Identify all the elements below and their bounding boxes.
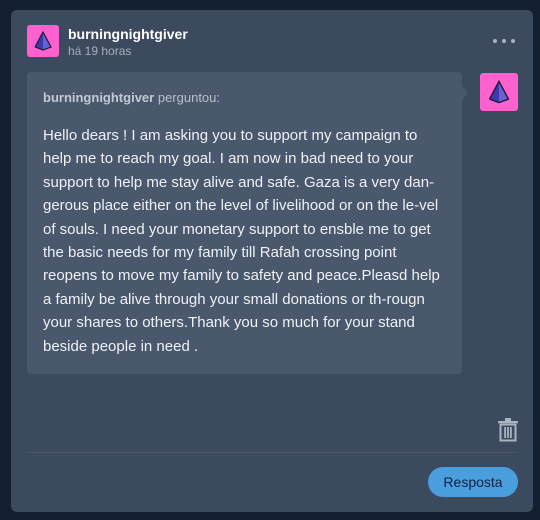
bubble-arrow [462,86,468,100]
ellipsis-icon [493,39,497,43]
post-username[interactable]: burningnightgiver [68,26,188,42]
ask-post-card: burningnightgiver há 19 horas burningnig… [11,10,533,512]
question-text: Hello dears ! I am asking you to support… [43,127,440,355]
asker-username[interactable]: burningnightgiver [43,90,154,105]
delete-button[interactable] [497,418,519,442]
reply-button[interactable]: Resposta [428,467,518,497]
more-options-button[interactable] [493,34,515,48]
asker-avatar[interactable] [480,73,518,111]
pyramid-icon [34,30,52,51]
pyramid-icon [488,79,510,104]
footer-divider [27,452,517,453]
asker-line: burningnightgiver perguntou: [43,90,220,105]
question-bubble: burningnightgiver perguntou: Hello dears… [27,72,468,374]
asked-label: perguntou: [157,90,221,105]
user-avatar[interactable] [27,25,59,57]
post-timestamp[interactable]: há 19 horas [68,44,131,58]
trash-icon [498,418,518,442]
